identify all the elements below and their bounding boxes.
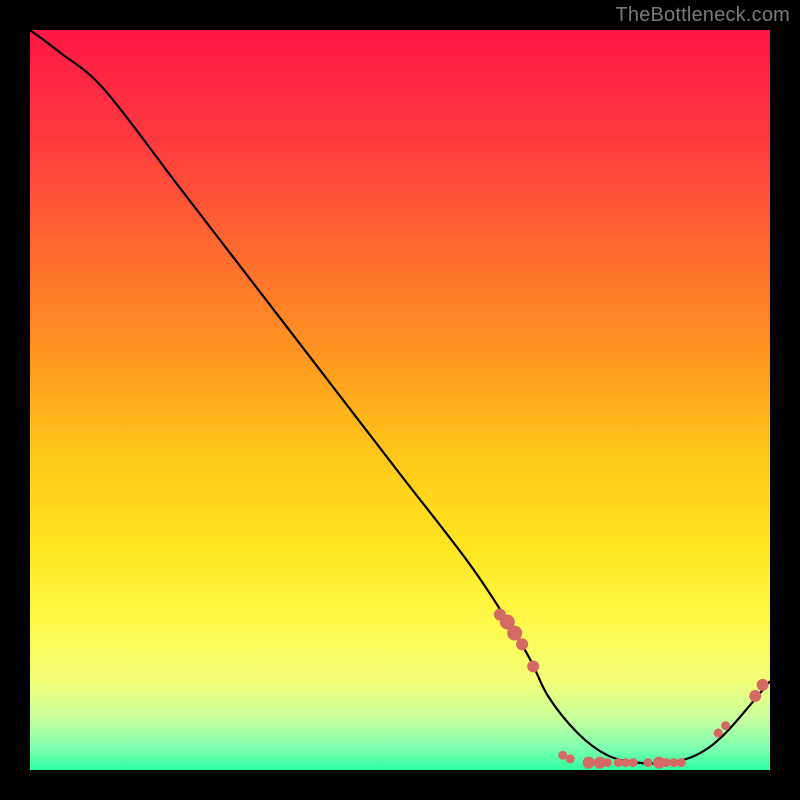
data-marker [677,758,686,767]
data-marker [516,638,528,650]
data-marker [643,758,652,767]
data-marker [603,758,612,767]
data-marker [629,758,638,767]
data-marker [757,679,769,691]
gradient-background [30,30,770,770]
data-marker [749,690,761,702]
watermark-text: TheBottleneck.com [615,4,790,27]
data-marker [721,721,730,730]
data-marker [714,729,723,738]
plot-area [30,30,770,770]
data-marker [527,660,539,672]
data-marker [566,754,575,763]
chart-svg [30,30,770,770]
data-marker [583,757,595,769]
chart-outer: TheBottleneck.com [0,0,800,800]
data-marker [507,626,522,641]
